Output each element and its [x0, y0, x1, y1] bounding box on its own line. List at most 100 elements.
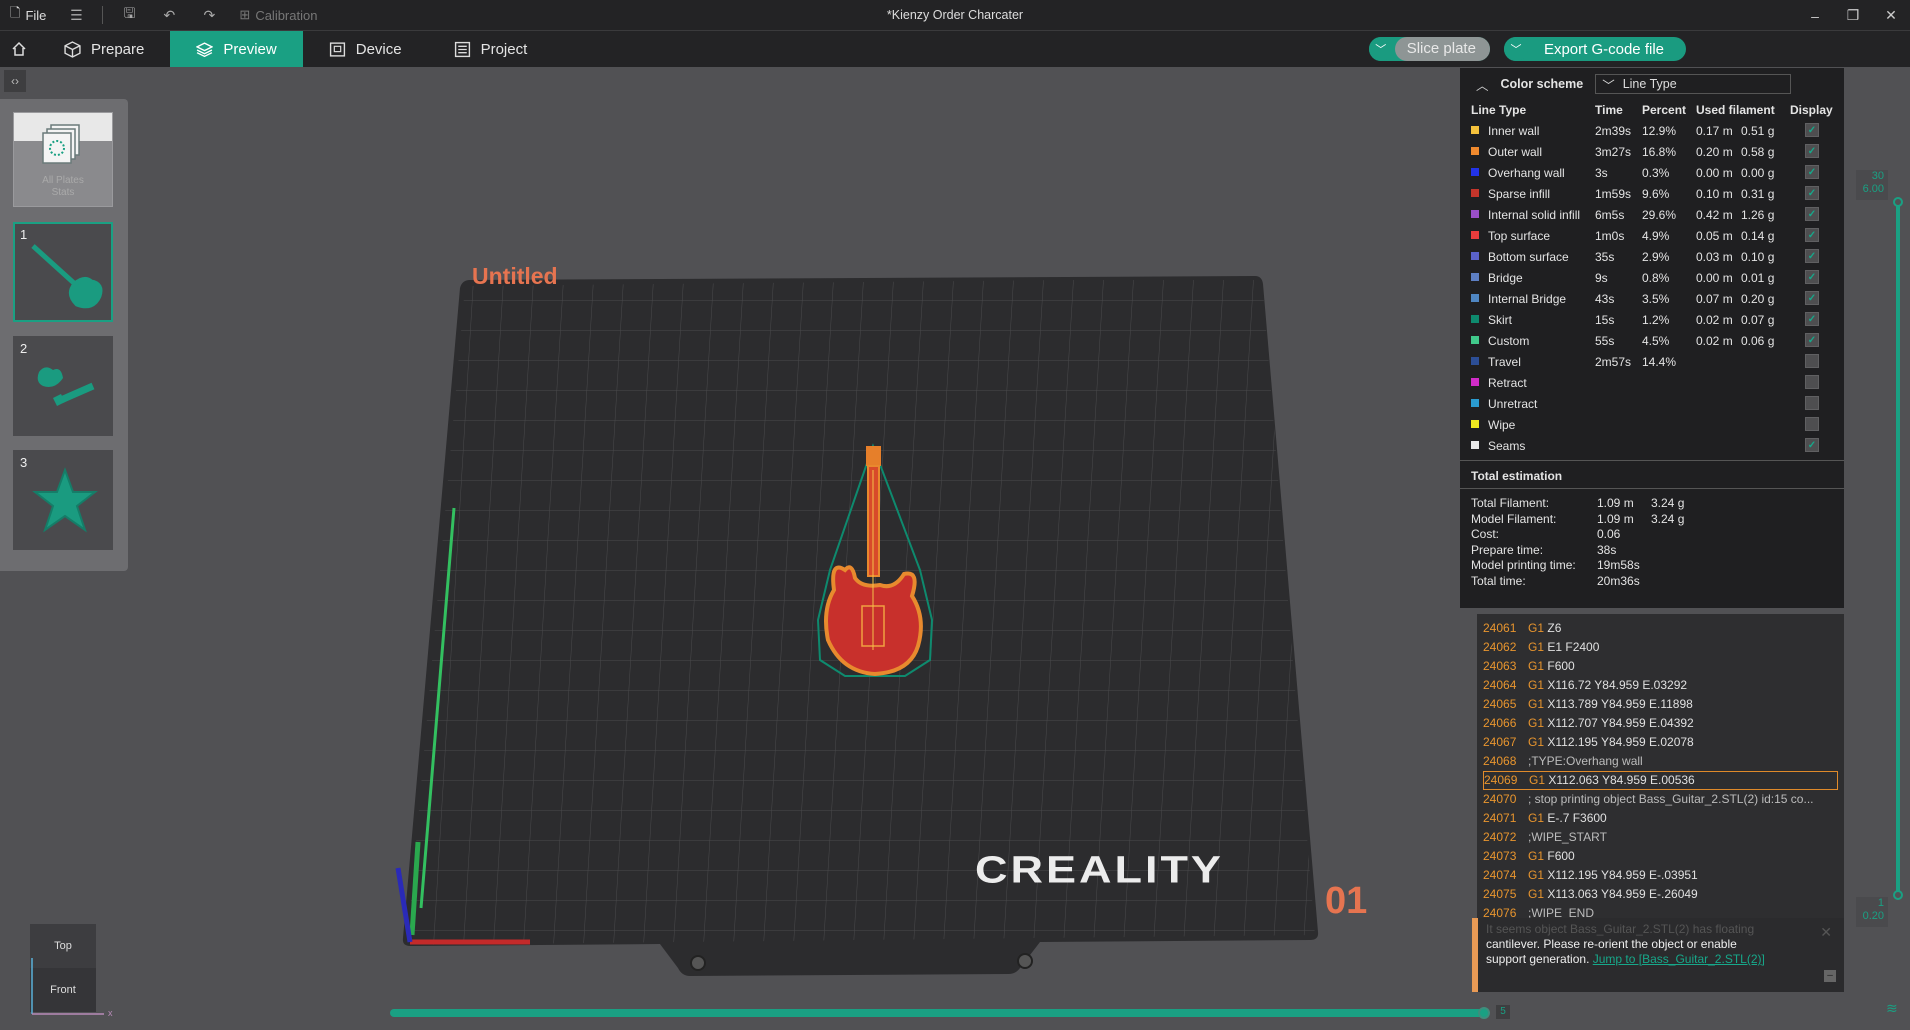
- all-plates-stats[interactable]: All Plates Stats: [13, 112, 113, 207]
- gcode-line[interactable]: 24071 G1 E-.7 F3600: [1483, 809, 1838, 828]
- plate-thumbnail-1[interactable]: 1: [13, 222, 113, 322]
- warning-line2: support generation.: [1486, 952, 1590, 966]
- color-scheme-select[interactable]: ﹀ Line Type: [1595, 74, 1792, 94]
- layers-toggle-icon[interactable]: ≋: [1886, 1000, 1898, 1017]
- display-checkbox[interactable]: ✓: [1805, 291, 1819, 305]
- undo-icon[interactable]: ↶: [161, 7, 177, 23]
- display-checkbox[interactable]: ✓: [1805, 165, 1819, 179]
- chevron-down-icon[interactable]: ﹀: [1368, 37, 1393, 61]
- collapse-sidebar-button[interactable]: ‹›: [4, 70, 26, 92]
- gcode-line[interactable]: 24073 G1 F600: [1483, 847, 1838, 866]
- line-type-percent: 4.9%: [1642, 228, 1670, 243]
- color-swatch: [1471, 315, 1479, 323]
- line-type-percent: 29.6%: [1642, 207, 1677, 222]
- gcode-line[interactable]: 24072 ;WIPE_START: [1483, 828, 1838, 847]
- plate-number-label: 3: [20, 455, 28, 470]
- calibration-menu[interactable]: ⊞ Calibration: [229, 0, 327, 31]
- line-type-length: 0.02 m: [1696, 333, 1733, 348]
- tab-preview[interactable]: Preview: [170, 31, 303, 67]
- slice-plate-button[interactable]: ﹀ Slice plate: [1368, 37, 1490, 61]
- redo-icon[interactable]: ↷: [201, 7, 217, 23]
- display-checkbox[interactable]: [1805, 354, 1819, 368]
- display-checkbox[interactable]: ✓: [1805, 270, 1819, 284]
- tab-device[interactable]: Device: [303, 31, 428, 67]
- gcode-line[interactable]: 24065 G1 X113.789 Y84.959 E.11898: [1483, 695, 1838, 714]
- chevron-down-icon[interactable]: ﹀: [1503, 37, 1528, 61]
- tab-prepare[interactable]: Prepare: [38, 31, 170, 67]
- file-menu[interactable]: 🗋 File: [0, 0, 56, 31]
- plates-stack-icon: [42, 124, 80, 164]
- gcode-args: F600: [1547, 659, 1575, 673]
- total-value: 20m36s: [1597, 574, 1640, 588]
- gcode-line[interactable]: 24064 G1 X116.72 Y84.959 E.03292: [1483, 676, 1838, 695]
- display-checkbox[interactable]: [1805, 396, 1819, 410]
- gcode-line[interactable]: 24061 G1 Z6: [1483, 619, 1838, 638]
- line-type-time: 3s: [1595, 165, 1608, 180]
- gcode-line[interactable]: 24068 ;TYPE:Overhang wall: [1483, 752, 1838, 771]
- gcode-line[interactable]: 24067 G1 X112.195 Y84.959 E.02078: [1483, 733, 1838, 752]
- gcode-viewer[interactable]: 24061 G1 Z6 24062 G1 E1 F2400 24063 G1 F600 24…: [1477, 614, 1844, 939]
- warning-line2-wrap: support generation. Jump to [Bass_Guitar…: [1486, 952, 1836, 967]
- gcode-line-selected[interactable]: 24069 G1 X112.063 Y84.959 E.00536: [1483, 771, 1838, 790]
- display-checkbox[interactable]: ✓: [1805, 228, 1819, 242]
- top-layer-number: 30: [1871, 170, 1884, 182]
- gcode-command: G1: [1528, 678, 1545, 692]
- line-type-length: 0.02 m: [1696, 312, 1733, 327]
- move-slider-track[interactable]: [390, 1009, 1486, 1017]
- title-bar: 🗋 File ☰ 🖫 ↶ ↷ ⊞ Calibration *Kienzy Ord…: [0, 0, 1910, 31]
- display-checkbox[interactable]: ✓: [1805, 123, 1819, 137]
- total-row: Total time: 20m36s: [1471, 574, 1831, 593]
- line-type-time: 9s: [1595, 270, 1608, 285]
- export-gcode-button[interactable]: ﹀ Export G-code file: [1503, 37, 1686, 61]
- color-swatch: [1471, 294, 1479, 302]
- gcode-line[interactable]: 24062 G1 E1 F2400: [1483, 638, 1838, 657]
- save-icon[interactable]: 🖫: [121, 5, 137, 23]
- minimize-icon[interactable]: –: [1796, 8, 1834, 24]
- line-type-row: Overhang wall 3s 0.3% 0.00 m 0.00 g ✓: [1460, 162, 1844, 183]
- move-slider-handle[interactable]: [1478, 1007, 1490, 1019]
- warning-faded-line: It seems object Bass_Guitar_2.STL(2) has…: [1486, 922, 1755, 936]
- gcode-line[interactable]: 24074 G1 X112.195 Y84.959 E-.03951: [1483, 866, 1838, 885]
- gcode-line-number: 24061: [1483, 621, 1517, 635]
- close-icon[interactable]: ✕: [1820, 924, 1832, 941]
- gcode-line[interactable]: 24075 G1 X113.063 Y84.959 E-.26049: [1483, 885, 1838, 904]
- collapse-up-icon[interactable]: ︿: [1476, 75, 1489, 94]
- display-checkbox[interactable]: ✓: [1805, 207, 1819, 221]
- plate-thumbnail-2[interactable]: 2: [13, 336, 113, 436]
- total-value: 38s: [1597, 542, 1617, 557]
- tab-project[interactable]: Project: [428, 31, 554, 67]
- color-scheme-panel: ︿ Color scheme ﹀ Line Type Line Type Tim…: [1460, 68, 1844, 608]
- restore-icon[interactable]: ❐: [1834, 7, 1872, 24]
- close-icon[interactable]: ✕: [1872, 7, 1910, 24]
- line-type-name: Travel: [1488, 354, 1521, 369]
- minimize-icon[interactable]: –: [1824, 970, 1836, 982]
- display-checkbox[interactable]: ✓: [1805, 249, 1819, 263]
- display-checkbox[interactable]: [1805, 375, 1819, 389]
- display-checkbox[interactable]: ✓: [1805, 438, 1819, 452]
- color-swatch: [1471, 378, 1479, 386]
- gcode-line[interactable]: 24063 G1 F600: [1483, 657, 1838, 676]
- home-icon[interactable]: [0, 31, 38, 67]
- plate-thumbnail-3[interactable]: 3: [13, 450, 113, 550]
- display-checkbox[interactable]: ✓: [1805, 144, 1819, 158]
- total-label: Model printing time:: [1471, 558, 1576, 573]
- menu-list-icon[interactable]: ☰: [68, 7, 84, 23]
- line-type-time: 35s: [1595, 249, 1615, 264]
- jump-to-object-link[interactable]: Jump to [Bass_Guitar_2.STL(2)]: [1593, 952, 1765, 966]
- gcode-line-number: 24068: [1483, 754, 1517, 768]
- display-checkbox[interactable]: ✓: [1805, 333, 1819, 347]
- display-checkbox[interactable]: [1805, 417, 1819, 431]
- layer-slider-top-handle[interactable]: [1893, 197, 1903, 207]
- line-type-row: Skirt 15s 1.2% 0.02 m 0.07 g ✓: [1460, 309, 1844, 330]
- star-thumbnail: [32, 467, 98, 533]
- gcode-line[interactable]: 24070 ; stop printing object Bass_Guitar_…: [1483, 790, 1838, 809]
- display-checkbox[interactable]: ✓: [1805, 186, 1819, 200]
- layer-slider-track[interactable]: [1896, 200, 1900, 896]
- gcode-line[interactable]: 24066 G1 X112.707 Y84.959 E.04392: [1483, 714, 1838, 733]
- layer-slider-bottom-handle[interactable]: [1893, 890, 1903, 900]
- line-type-row: Outer wall 3m27s 16.8% 0.20 m 0.58 g ✓: [1460, 141, 1844, 162]
- line-type-row: Internal solid infill 6m5s 29.6% 0.42 m 1.26…: [1460, 204, 1844, 225]
- line-type-row: Travel 2m57s 14.4%: [1460, 351, 1844, 372]
- slice-plate-label: Slice plate: [1394, 37, 1490, 61]
- display-checkbox[interactable]: ✓: [1805, 312, 1819, 326]
